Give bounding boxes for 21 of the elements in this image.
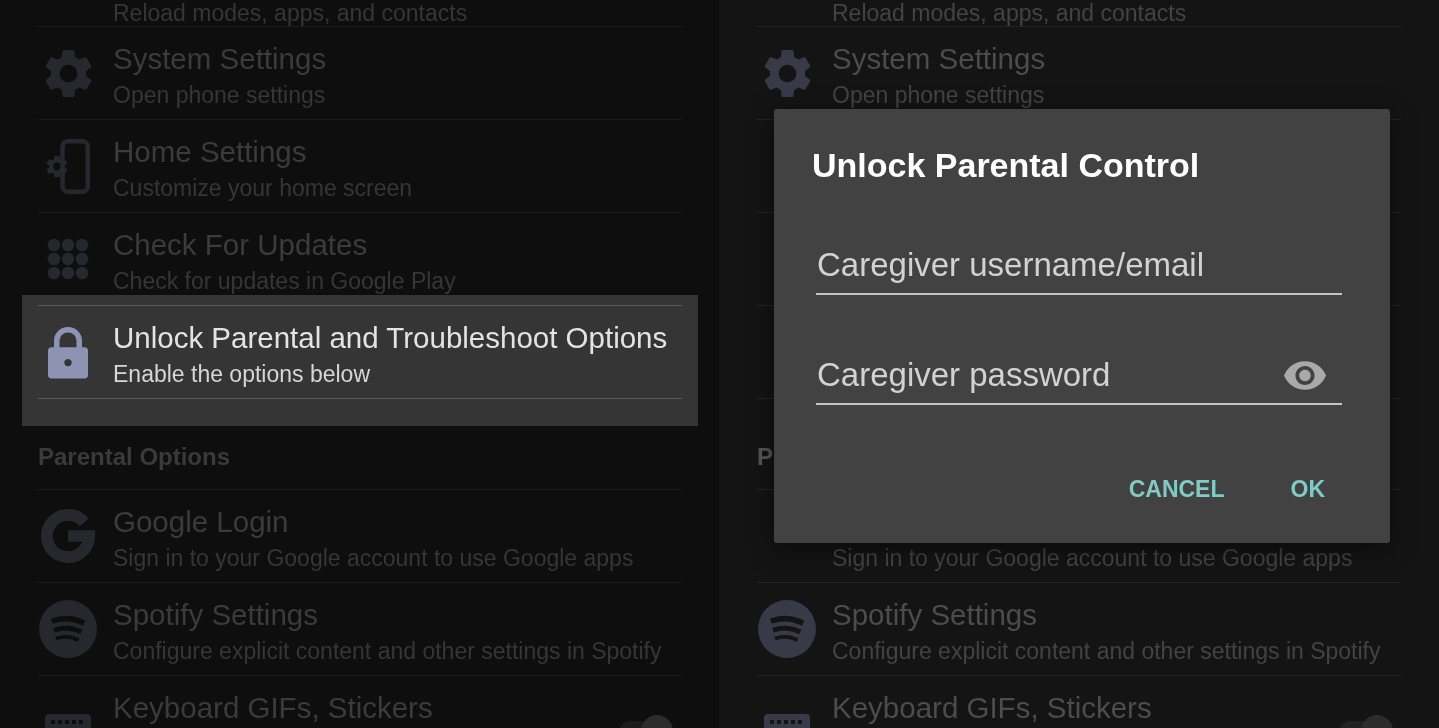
item-title: Keyboard GIFs, Stickers	[832, 690, 1152, 726]
stripes-circle-icon	[39, 600, 97, 658]
dialog-title: Unlock Parental Control	[812, 145, 1200, 185]
g-letter-icon	[41, 509, 95, 563]
password-field[interactable]: Caregiver password	[816, 355, 1342, 405]
item-title: Unlock Parental and Troubleshoot Options	[113, 320, 668, 356]
dot-grid-icon	[47, 238, 89, 280]
phone-gear-icon	[46, 138, 90, 194]
item-title: System Settings	[832, 41, 1046, 77]
item-title: Spotify Settings	[832, 597, 1037, 633]
item-subtitle: Enable the options below	[113, 360, 371, 388]
eye-icon[interactable]	[1284, 360, 1326, 390]
highlight-panel[interactable]: Unlock Parental and Troubleshoot Options Enable the options below	[22, 295, 698, 426]
gear-icon	[763, 49, 811, 97]
lock-icon	[48, 325, 88, 379]
dialog-button[interactable]: OK	[1274, 465, 1341, 513]
input-field[interactable]: Caregiver username/email	[816, 245, 1342, 295]
section-header: P	[757, 442, 773, 472]
stripes-circle-icon	[758, 600, 816, 658]
gear-icon	[44, 49, 92, 97]
dialog-button[interactable]: CANCEL	[1112, 465, 1241, 513]
